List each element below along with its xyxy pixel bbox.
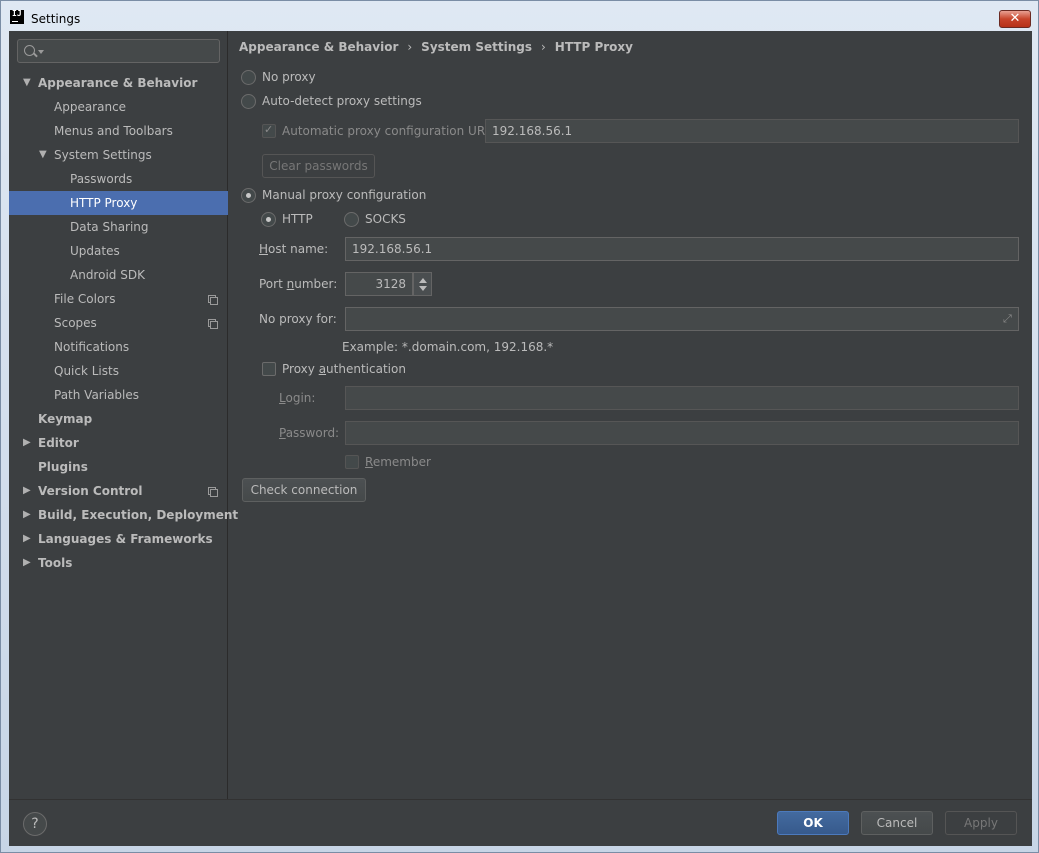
tree-item-version-control[interactable]: ▶ Version Control	[9, 479, 228, 503]
search-input[interactable]	[17, 39, 220, 63]
proxy-authentication-checkbox[interactable]	[262, 362, 276, 376]
host-name-field[interactable]: 192.168.56.1	[345, 237, 1019, 261]
increment-arrow-icon[interactable]	[419, 278, 427, 283]
port-number-label: Port number:	[259, 277, 338, 291]
tree-item-tools[interactable]: ▶ Tools	[9, 551, 228, 575]
no-proxy-radio[interactable]	[241, 70, 256, 85]
search-history-chevron-icon[interactable]	[38, 50, 44, 54]
password-field[interactable]	[345, 421, 1019, 445]
breadcrumb-item: System Settings	[421, 40, 532, 54]
remember-label[interactable]: Remember	[365, 455, 431, 469]
tree-item-file-colors[interactable]: File Colors	[9, 287, 228, 311]
tree-item-android-sdk[interactable]: Android SDK	[9, 263, 228, 287]
project-level-copy-icon	[208, 319, 218, 329]
dialog-button-bar: ? OK Cancel Apply	[9, 799, 1032, 846]
window-title: Settings	[31, 12, 81, 26]
manual-proxy-label[interactable]: Manual proxy configuration	[262, 188, 426, 202]
clear-passwords-button[interactable]: Clear passwords	[262, 154, 375, 178]
tree-item-notifications[interactable]: Notifications	[9, 335, 228, 359]
auto-detect-label[interactable]: Auto-detect proxy settings	[262, 94, 422, 108]
breadcrumb-item: Appearance & Behavior	[239, 40, 399, 54]
no-proxy-example-hint: Example: *.domain.com, 192.168.*	[342, 340, 554, 354]
tree-item-system-settings[interactable]: ▼ System Settings	[9, 143, 228, 167]
socks-radio[interactable]	[344, 212, 359, 227]
settings-tree-panel: ▼ Appearance & Behavior Appearance Menus…	[9, 31, 238, 799]
breadcrumb: Appearance & Behavior › System Settings › HT…	[239, 40, 633, 54]
socks-label[interactable]: SOCKS	[365, 212, 406, 226]
proxy-authentication-label[interactable]: Proxy authentication	[282, 362, 406, 376]
tree-item-editor[interactable]: ▶ Editor	[9, 431, 228, 455]
port-stepper[interactable]	[413, 272, 432, 296]
tree-item-quick-lists[interactable]: Quick Lists	[9, 359, 228, 383]
tree-item-build-execution-deployment[interactable]: ▶ Build, Execution, Deployment	[9, 503, 238, 527]
tree-item-path-variables[interactable]: Path Variables	[9, 383, 228, 407]
intellij-app-icon: IJ	[10, 10, 24, 24]
password-label: Password:	[279, 426, 340, 440]
title-bar: IJ Settings ✕	[1, 1, 1038, 31]
auto-config-url-checkbox[interactable]	[262, 123, 276, 138]
cancel-button[interactable]: Cancel	[861, 811, 933, 835]
settings-window: IJ Settings ✕ ▼ Appearance & Behavior Ap…	[0, 0, 1039, 853]
tree-item-scopes[interactable]: Scopes	[9, 311, 228, 335]
no-proxy-for-field[interactable]: ⤢	[345, 307, 1019, 331]
expanded-arrow-icon[interactable]: ▼	[23, 71, 31, 95]
auto-detect-radio[interactable]	[241, 94, 256, 109]
host-name-label: Host name:	[259, 242, 329, 256]
login-field[interactable]	[345, 386, 1019, 410]
tree-item-keymap[interactable]: Keymap	[9, 407, 228, 431]
expand-field-icon[interactable]: ⤢	[1003, 313, 1013, 324]
collapsed-arrow-icon[interactable]: ▶	[23, 503, 31, 527]
login-label: Login:	[279, 391, 316, 405]
collapsed-arrow-icon[interactable]: ▶	[23, 431, 31, 455]
tree-item-data-sharing[interactable]: Data Sharing	[9, 215, 228, 239]
breadcrumb-separator: ›	[540, 40, 546, 54]
auto-config-url-label: Automatic proxy configuration URL:	[282, 124, 496, 138]
no-proxy-label[interactable]: No proxy	[262, 70, 316, 84]
decrement-arrow-icon[interactable]	[419, 286, 427, 291]
expanded-arrow-icon[interactable]: ▼	[39, 143, 47, 167]
tree-item-http-proxy[interactable]: HTTP Proxy	[9, 191, 228, 215]
manual-proxy-radio[interactable]	[241, 188, 256, 203]
collapsed-arrow-icon[interactable]: ▶	[23, 551, 31, 575]
collapsed-arrow-icon[interactable]: ▶	[23, 527, 31, 551]
help-button[interactable]: ?	[23, 812, 47, 836]
close-window-button[interactable]: ✕	[999, 10, 1031, 28]
tree-item-appearance[interactable]: Appearance	[9, 95, 228, 119]
project-level-copy-icon	[208, 487, 218, 497]
tree-item-passwords[interactable]: Passwords	[9, 167, 228, 191]
http-proxy-settings-panel: Appearance & Behavior › System Settings › HT…	[229, 31, 1032, 799]
port-number-field[interactable]: 3128	[345, 272, 413, 296]
tree-item-menus-toolbars[interactable]: Menus and Toolbars	[9, 119, 228, 143]
http-radio[interactable]	[261, 212, 276, 227]
collapsed-arrow-icon[interactable]: ▶	[23, 479, 31, 503]
no-proxy-for-label: No proxy for:	[259, 312, 337, 326]
tree-item-appearance-behavior[interactable]: ▼ Appearance & Behavior	[9, 71, 228, 95]
apply-button[interactable]: Apply	[945, 811, 1017, 835]
remember-checkbox[interactable]	[345, 455, 359, 469]
tree-item-plugins[interactable]: Plugins	[9, 455, 228, 479]
ok-button[interactable]: OK	[777, 811, 849, 835]
search-icon	[24, 45, 35, 56]
tree-item-updates[interactable]: Updates	[9, 239, 228, 263]
breadcrumb-item: HTTP Proxy	[554, 40, 633, 54]
http-label[interactable]: HTTP	[282, 212, 313, 226]
dialog-content: ▼ Appearance & Behavior Appearance Menus…	[9, 31, 1032, 846]
breadcrumb-separator: ›	[407, 40, 413, 54]
tree-item-languages-frameworks[interactable]: ▶ Languages & Frameworks	[9, 527, 228, 551]
check-connection-button[interactable]: Check connection	[242, 478, 366, 502]
auto-config-url-field[interactable]: 192.168.56.1	[485, 119, 1019, 143]
project-level-copy-icon	[208, 295, 218, 305]
